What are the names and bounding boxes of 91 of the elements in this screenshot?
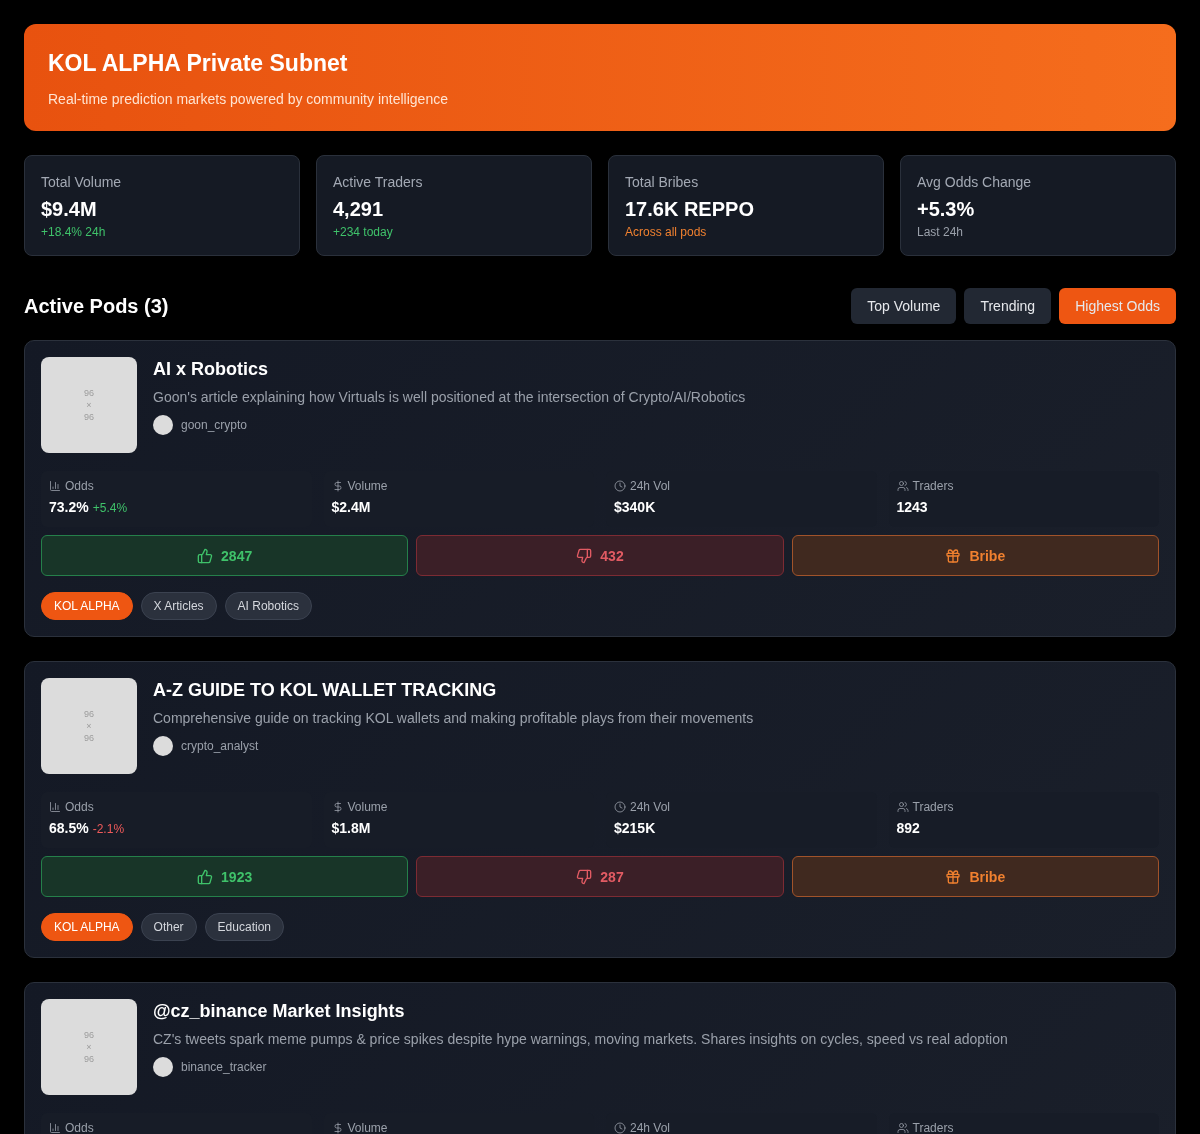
bar-chart-icon xyxy=(49,1122,61,1134)
metric-label: Traders xyxy=(912,1121,954,1134)
thumbs-down-icon xyxy=(576,868,593,885)
metric-label: Odds xyxy=(65,1121,94,1134)
metric-change: +5.4% xyxy=(92,501,128,515)
tag: AI Robotics xyxy=(224,592,312,620)
stat-note: +18.4% 24h xyxy=(41,225,107,239)
metric-value: 73.2% xyxy=(49,499,89,515)
stat-note: +234 today xyxy=(333,225,394,239)
clock-icon xyxy=(614,801,626,813)
bribe-button[interactable]: Bribe xyxy=(791,856,1159,897)
metric-label: Traders xyxy=(912,800,954,814)
stat-note: Across all pods xyxy=(625,225,708,239)
metric-label: Volume xyxy=(347,479,388,493)
pod-title: A-Z GUIDE TO KOL WALLET TRACKING xyxy=(153,680,498,701)
thumbs-down-icon xyxy=(576,547,593,564)
pod-title: AI x Robotics xyxy=(153,359,269,380)
avatar-icon xyxy=(153,736,173,756)
stat-value: $9.4M xyxy=(41,198,98,221)
stat-label: Total Bribes xyxy=(625,174,700,190)
tag: Education xyxy=(204,913,284,941)
page-title: KOL ALPHA Private Subnet xyxy=(48,50,349,77)
metric-label: Traders xyxy=(912,479,954,493)
placeholder-text: × xyxy=(86,1041,92,1053)
placeholder-text: 96 xyxy=(84,708,94,720)
page-subtitle: Real-time prediction markets powered by community intelligence xyxy=(48,91,449,107)
metric-change: -2.1% xyxy=(92,822,125,836)
metric-label: 24h Vol xyxy=(630,1121,671,1134)
placeholder-text: 96 xyxy=(84,1053,94,1065)
dollar-icon xyxy=(331,480,344,492)
pod-title: @cz_binance Market Insights xyxy=(153,1001,406,1022)
bribe-button[interactable]: Bribe xyxy=(791,535,1159,576)
metric-value: 1243 xyxy=(896,499,928,515)
section-title: Active Pods (3) xyxy=(24,294,169,318)
thumbs-up-icon xyxy=(197,547,214,564)
placeholder-text: 96 xyxy=(84,387,94,399)
metric-value: $340K xyxy=(614,499,656,515)
thumbs-up-icon xyxy=(197,868,214,885)
pod-description: Comprehensive guide on tracking KOL wallets and making profitable plays from their movements xyxy=(153,710,754,726)
placeholder-text: × xyxy=(86,399,92,411)
tag: KOL ALPHA xyxy=(41,913,133,941)
metric-label: Odds xyxy=(65,479,94,493)
metric-label: 24h Vol xyxy=(630,479,671,493)
metric-label: Odds xyxy=(65,800,94,814)
avatar-icon xyxy=(153,415,173,435)
upvote-button[interactable]: 2847 xyxy=(41,535,409,576)
pod-description: CZ's tweets spark meme pumps & price spikes despite hype warnings, moving markets. Shares insights on cycles, speed vs real adoption xyxy=(153,1031,1008,1047)
author-name: crypto_analyst xyxy=(181,739,259,753)
tag: KOL ALPHA xyxy=(41,592,133,620)
gift-icon xyxy=(945,547,962,564)
stat-note: Last 24h xyxy=(917,225,965,239)
tag: Other xyxy=(140,913,197,941)
users-icon xyxy=(896,480,909,492)
stat-value: 4,291 xyxy=(333,198,385,221)
placeholder-text: 96 xyxy=(84,411,94,423)
clock-icon xyxy=(614,1122,626,1134)
metric-value: $1.8M xyxy=(331,820,371,836)
dollar-icon xyxy=(331,1122,344,1134)
bar-chart-icon xyxy=(49,480,61,492)
metric-label: Volume xyxy=(347,1121,388,1134)
metric-label: Volume xyxy=(347,800,388,814)
clock-icon xyxy=(614,480,626,492)
placeholder-text: × xyxy=(86,720,92,732)
downvote-button[interactable]: 287 xyxy=(416,856,784,897)
downvote-button[interactable]: 432 xyxy=(416,535,784,576)
pod-description: Goon's article explaining how Virtuals is well positioned at the intersection of Crypto/AI/Robotics xyxy=(153,389,746,405)
author-name: goon_crypto xyxy=(181,418,248,432)
sort-button[interactable]: Top Volume xyxy=(851,288,957,324)
users-icon xyxy=(896,1122,909,1134)
placeholder-text: 96 xyxy=(84,1029,94,1041)
sort-button[interactable]: Highest Odds xyxy=(1059,288,1176,324)
upvote-button[interactable]: 1923 xyxy=(41,856,409,897)
metric-label: 24h Vol xyxy=(630,800,671,814)
placeholder-text: 96 xyxy=(84,732,94,744)
stat-label: Avg Odds Change xyxy=(917,174,1033,190)
avatar-icon xyxy=(153,1057,173,1077)
gift-icon xyxy=(945,868,962,885)
stat-label: Total Volume xyxy=(41,174,123,190)
metric-value: 892 xyxy=(896,820,920,836)
tag: X Articles xyxy=(140,592,217,620)
stat-label: Active Traders xyxy=(333,174,424,190)
author-name: binance_tracker xyxy=(181,1060,267,1074)
dollar-icon xyxy=(331,801,344,813)
stat-value: +5.3% xyxy=(917,198,976,221)
users-icon xyxy=(896,801,909,813)
metric-value: $215K xyxy=(614,820,656,836)
bar-chart-icon xyxy=(49,801,61,813)
metric-value: 68.5% xyxy=(49,820,89,836)
metric-value: $2.4M xyxy=(331,499,371,515)
sort-button[interactable]: Trending xyxy=(964,288,1052,324)
stat-value: 17.6K REPPO xyxy=(625,198,755,221)
